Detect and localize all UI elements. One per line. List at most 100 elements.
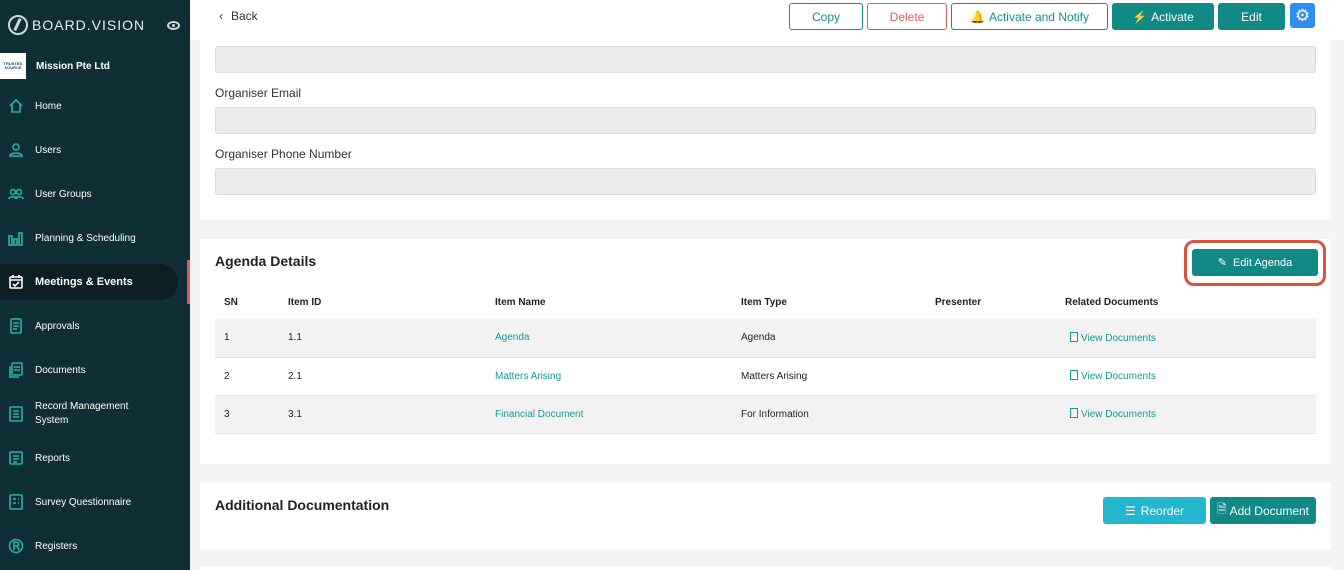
- chevron-left-icon: ‹: [219, 9, 223, 23]
- organiser-email-label: Organiser Email: [215, 86, 302, 100]
- brand[interactable]: BOARD.VISION: [8, 15, 145, 35]
- sidebar-item-registers[interactable]: Registers: [0, 524, 190, 568]
- approval-icon: [8, 318, 24, 334]
- activate-label: Activate: [1151, 9, 1194, 24]
- table-header-row: SN Item ID Item Name Item Type Presenter…: [215, 285, 1316, 319]
- calendar-icon: [8, 274, 24, 290]
- bar-chart-icon: [8, 230, 24, 246]
- view-documents-link[interactable]: View Documents: [1070, 408, 1156, 420]
- cell-sn: 3: [224, 408, 230, 420]
- view-documents-label: View Documents: [1081, 371, 1156, 382]
- sidebar-item-label: Home: [35, 100, 62, 112]
- column-header: Item ID: [288, 296, 322, 308]
- item-name-link[interactable]: Matters Arising: [495, 371, 561, 382]
- record-icon: [8, 406, 24, 422]
- document-icon: [1070, 408, 1078, 418]
- activate-button[interactable]: ⚡ Activate: [1112, 3, 1214, 30]
- column-header: Related Documents: [1065, 296, 1159, 308]
- sidebar-item-label: Record Management System: [35, 401, 129, 426]
- sidebar-item-label: Survey Questionnaire: [35, 496, 132, 508]
- organiser-phone-field[interactable]: [215, 168, 1316, 195]
- cell-item-type: For Information: [741, 408, 809, 420]
- sidebar-item-planning[interactable]: Planning & Scheduling: [0, 216, 190, 260]
- sidebar-item-survey[interactable]: Survey Questionnaire: [0, 480, 190, 524]
- sidebar-item-label: Planning & Scheduling: [35, 232, 136, 244]
- edit-button[interactable]: Edit: [1218, 3, 1285, 30]
- home-icon: [8, 98, 24, 114]
- cell-presenter: [926, 357, 1056, 395]
- sidebar-nav: Home Users User Groups Planning & Schedu…: [0, 84, 190, 568]
- sidebar-item-approvals[interactable]: Approvals: [0, 304, 190, 348]
- cell-item-type: Agenda: [741, 332, 776, 344]
- view-documents-link[interactable]: View Documents: [1070, 331, 1156, 344]
- sidebar-item-label: Users: [35, 144, 62, 156]
- cell-item-type: Matters Arising: [741, 370, 808, 382]
- column-header: Item Name: [495, 296, 546, 308]
- cell-presenter: [926, 395, 1056, 433]
- sidebar-item-home[interactable]: Home: [0, 84, 190, 128]
- item-name-link[interactable]: Financial Document: [495, 409, 583, 420]
- reports-icon: [8, 450, 24, 466]
- reorder-label: Reorder: [1140, 503, 1185, 518]
- sidebar-item-label: Meetings & Events: [35, 276, 133, 288]
- view-documents-label: View Documents: [1081, 332, 1156, 344]
- sidebar-item-meetings[interactable]: Meetings & Events: [0, 260, 190, 304]
- gear-icon[interactable]: ⚙: [1290, 3, 1315, 28]
- agenda-card: Agenda Details ✎ Edit Agenda SN Item ID I…: [200, 239, 1331, 464]
- add-document-label: Add Document: [1229, 503, 1310, 518]
- add-document-button[interactable]: 🗎 Add Document: [1210, 497, 1316, 524]
- organiser-card: Organiser Email Organiser Phone Number: [200, 40, 1331, 220]
- table-row: 3 3.1 Financial Document For Information…: [215, 395, 1316, 433]
- survey-icon: [8, 494, 24, 510]
- agenda-table: SN Item ID Item Name Item Type Presenter…: [215, 285, 1316, 434]
- sidebar-item-label: Reports: [35, 452, 71, 464]
- sidebar-item-users[interactable]: Users: [0, 128, 190, 172]
- sidebar-item-label: User Groups: [35, 188, 92, 200]
- list-icon: ☰: [1124, 503, 1136, 518]
- back-link[interactable]: ‹ Back: [219, 9, 258, 23]
- additional-documentation-card: Additional Documentation ☰ Reorder 🗎 Add D…: [200, 483, 1331, 549]
- cell-item-id: 2.1: [288, 370, 302, 382]
- sidebar: BOARD.VISION TRUSTED SOURCE Mission Pte …: [0, 0, 190, 570]
- org-name: Mission Pte Ltd: [36, 60, 110, 72]
- organiser-email-field[interactable]: [215, 107, 1316, 134]
- documents-icon: [8, 362, 24, 378]
- eye-icon[interactable]: [167, 21, 180, 30]
- activate-notify-label: Activate and Notify: [988, 9, 1089, 24]
- org-logo: TRUSTED SOURCE: [0, 53, 26, 79]
- edit-agenda-button[interactable]: ✎ Edit Agenda: [1192, 249, 1318, 276]
- activate-notify-button[interactable]: 🔔 Activate and Notify: [951, 3, 1108, 30]
- brand-logo-icon: [8, 15, 28, 35]
- bell-icon: 🔔: [969, 9, 985, 24]
- pencil-icon: ✎: [1217, 257, 1227, 269]
- additional-documentation-title: Additional Documentation: [215, 497, 390, 513]
- sidebar-item-user-groups[interactable]: User Groups: [0, 172, 190, 216]
- edit-agenda-label: Edit Agenda: [1232, 256, 1293, 269]
- users-icon: [8, 186, 24, 202]
- view-documents-label: View Documents: [1081, 409, 1156, 420]
- reorder-button[interactable]: ☰ Reorder: [1103, 497, 1206, 524]
- column-header: Presenter: [935, 296, 982, 308]
- sidebar-item-documents[interactable]: Documents: [0, 348, 190, 392]
- registers-icon: [8, 538, 24, 554]
- back-label: Back: [231, 9, 258, 23]
- cell-item-id: 1.1: [288, 332, 302, 344]
- organization[interactable]: TRUSTED SOURCE Mission Pte Ltd: [0, 53, 110, 79]
- copy-button[interactable]: Copy: [789, 3, 863, 30]
- sidebar-item-reports[interactable]: Reports: [0, 436, 190, 480]
- agenda-title: Agenda Details: [215, 253, 317, 269]
- brand-name: BOARD.VISION: [32, 17, 146, 33]
- delete-button[interactable]: Delete: [867, 3, 947, 30]
- table-row: 1 1.1 Agenda Agenda View Documents: [215, 319, 1316, 357]
- organiser-name-field[interactable]: [215, 46, 1316, 73]
- edit-agenda-highlight: ✎ Edit Agenda: [1184, 240, 1326, 286]
- cell-item-id: 3.1: [288, 408, 302, 420]
- table-row: 2 2.1 Matters Arising Matters Arising Vi…: [215, 357, 1316, 395]
- sidebar-item-record-management[interactable]: Record Management System: [0, 392, 190, 436]
- view-documents-link[interactable]: View Documents: [1070, 370, 1156, 382]
- next-card: [200, 566, 1331, 570]
- organiser-phone-label: Organiser Phone Number: [215, 147, 352, 161]
- sidebar-item-label: Registers: [35, 540, 78, 552]
- item-name-link[interactable]: Agenda: [495, 332, 529, 343]
- cell-sn: 2: [224, 370, 230, 382]
